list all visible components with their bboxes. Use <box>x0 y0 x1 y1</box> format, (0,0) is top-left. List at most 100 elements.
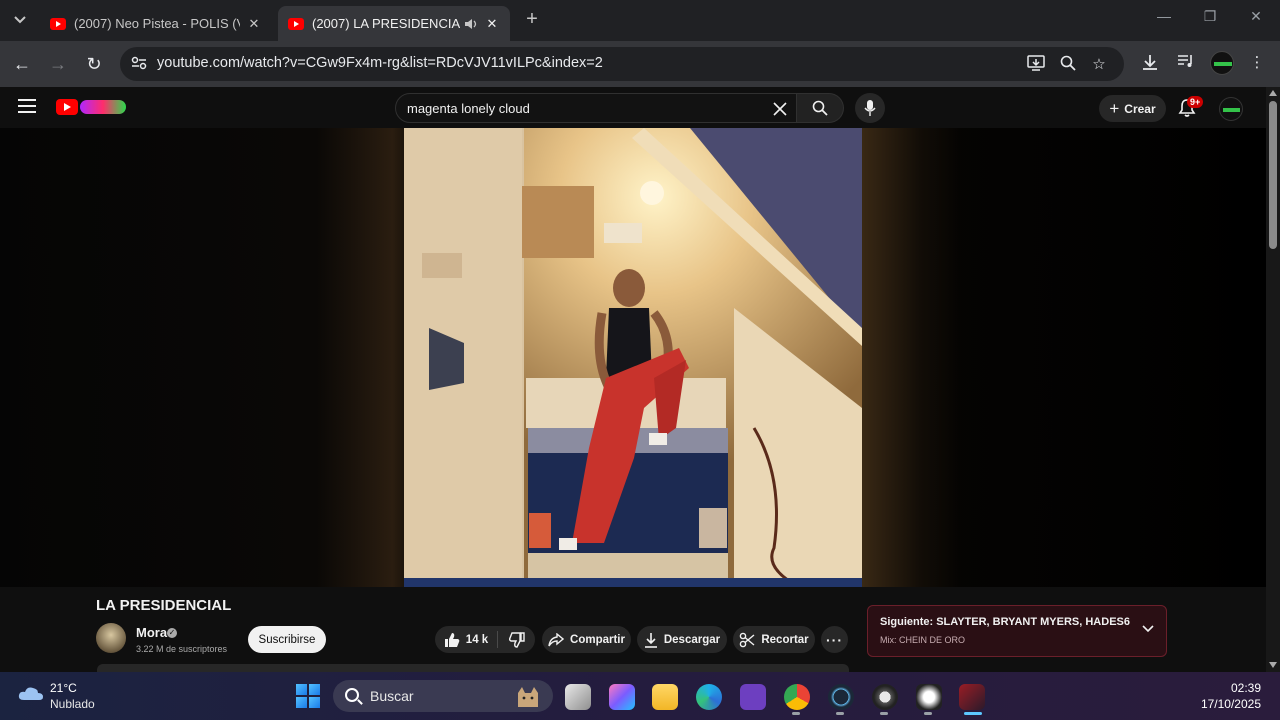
profile-avatar[interactable] <box>1210 51 1234 75</box>
share-icon <box>548 632 565 646</box>
download-label: Descargar <box>663 633 721 646</box>
media-controls-icon[interactable] <box>1174 53 1198 75</box>
up-next-playlist: Mix: CHEIN DE ORO <box>880 635 966 645</box>
download-button[interactable]: Descargar <box>637 626 727 653</box>
address-bar[interactable]: youtube.com/watch?v=CGw9Fx4m-rg&list=RDc… <box>120 47 1124 81</box>
running-indicator <box>924 712 932 715</box>
up-next-title: Siguiente: SLAYTER, BRYANT MYERS, HADES6… <box>880 616 1130 628</box>
notification-count-badge: 9+ <box>1187 96 1204 108</box>
browser-tab-strip: (2007) Neo Pistea - POLIS (Vide ✕ (2007)… <box>0 0 1280 41</box>
site-settings-icon[interactable] <box>130 55 148 73</box>
browser-menu-icon[interactable]: ⋮ <box>1245 53 1269 75</box>
close-tab-icon[interactable]: ✕ <box>246 16 262 32</box>
tab-title: (2007) Neo Pistea - POLIS (Vide <box>74 16 240 31</box>
like-count: 14 k <box>465 633 489 646</box>
clip-label: Recortar <box>761 633 809 646</box>
taskbar-search-box[interactable]: Buscar <box>333 680 553 712</box>
download-icon <box>644 632 657 648</box>
clip-button[interactable]: Recortar <box>733 626 815 653</box>
search-icon <box>345 688 359 702</box>
speaker-icon[interactable] <box>464 18 478 30</box>
cloud-weather-icon[interactable] <box>18 685 44 701</box>
subscribe-button[interactable]: Suscribirse <box>248 626 326 653</box>
restore-button[interactable]: ❐ <box>1195 8 1225 25</box>
file-explorer-icon[interactable] <box>652 684 678 710</box>
channel-name[interactable]: Mora <box>136 625 167 640</box>
description-box[interactable] <box>97 664 849 672</box>
like-button[interactable]: 14 k <box>435 626 497 653</box>
new-tab-button[interactable]: + <box>520 8 544 31</box>
youtube-logo[interactable] <box>56 99 78 115</box>
game-app-icon[interactable] <box>959 684 985 710</box>
player-ambient-glow <box>860 128 960 587</box>
bookmark-star-icon[interactable]: ☆ <box>1088 55 1110 75</box>
install-app-icon[interactable] <box>1025 55 1047 75</box>
video-details: LA PRESIDENCIAL Mora ✓ 3.22 M de suscrip… <box>0 587 1266 672</box>
create-button[interactable]: + Crear <box>1099 95 1166 122</box>
tab-la-presidencial[interactable]: (2007) LA PRESIDENCIAL - Y ✕ <box>278 6 510 41</box>
running-indicator <box>836 712 844 715</box>
video-player[interactable] <box>0 128 1266 587</box>
active-indicator <box>964 712 982 715</box>
clear-search-icon[interactable] <box>772 97 788 123</box>
download-icon[interactable] <box>1138 53 1162 75</box>
clock-date[interactable]: 17/10/2025 <box>1201 697 1261 711</box>
zoom-icon[interactable] <box>1057 55 1079 75</box>
thumbs-down-icon <box>508 631 525 648</box>
account-avatar[interactable] <box>1219 97 1243 121</box>
browser-toolbar: ← → ↻ youtube.com/watch?v=CGw9Fx4m-rg&li… <box>0 41 1280 87</box>
tab-title: (2007) LA PRESIDENCIAL - Y <box>312 16 460 31</box>
windows-taskbar: 21°C Nublado Buscar 02:39 17/10/2025 <box>0 672 1280 720</box>
scroll-down-arrow-icon[interactable] <box>1269 662 1277 668</box>
clock-time[interactable]: 02:39 <box>1231 681 1261 695</box>
weather-condition[interactable]: Nublado <box>50 697 95 711</box>
dislike-button[interactable] <box>498 626 535 653</box>
video-frame[interactable] <box>404 128 862 587</box>
reload-button[interactable]: ↻ <box>82 52 106 76</box>
more-horizontal-icon: ··· <box>826 631 843 648</box>
more-actions-button[interactable]: ··· <box>821 626 848 653</box>
create-label: Crear <box>1124 101 1156 116</box>
chevron-down-icon[interactable] <box>1142 620 1154 636</box>
forward-button[interactable]: → <box>46 52 70 76</box>
voice-search-button[interactable] <box>855 93 885 123</box>
steam-icon[interactable] <box>828 684 854 710</box>
microphone-icon <box>864 100 876 116</box>
chrome-browser-icon[interactable] <box>784 684 810 710</box>
share-label: Compartir <box>570 633 625 646</box>
edge-browser-icon[interactable] <box>696 684 722 710</box>
close-tab-icon[interactable]: ✕ <box>484 16 500 32</box>
scissors-icon <box>740 632 755 647</box>
proton-app-icon[interactable] <box>740 684 766 710</box>
search-query: magenta lonely cloud <box>407 101 530 116</box>
search-input[interactable]: magenta lonely cloud <box>395 93 797 123</box>
windows-start-icon[interactable] <box>296 684 320 708</box>
channel-avatar[interactable] <box>96 623 126 653</box>
up-next-card[interactable]: Siguiente: SLAYTER, BRYANT MYERS, HADES6… <box>867 605 1167 657</box>
app-icon[interactable] <box>916 684 942 710</box>
tab-neo-pistea[interactable]: (2007) Neo Pistea - POLIS (Vide ✕ <box>40 6 272 41</box>
youtube-favicon-icon <box>288 17 304 30</box>
share-button[interactable]: Compartir <box>542 626 631 653</box>
scrollbar-thumb[interactable] <box>1269 101 1277 249</box>
url-text: youtube.com/watch?v=CGw9Fx4m-rg&list=RDc… <box>157 55 603 71</box>
minimize-button[interactable]: — <box>1149 8 1179 24</box>
task-view-icon[interactable] <box>565 684 591 710</box>
search-icon <box>812 100 828 116</box>
search-button[interactable] <box>797 93 844 123</box>
page-scrollbar[interactable] <box>1266 87 1280 672</box>
video-title: LA PRESIDENCIAL <box>96 597 232 614</box>
search-highlight-cat-icon <box>518 687 538 707</box>
guide-menu-icon[interactable] <box>18 99 36 113</box>
youtube-favicon-icon <box>50 17 66 30</box>
obs-studio-icon[interactable] <box>872 684 898 710</box>
scroll-up-arrow-icon[interactable] <box>1269 90 1277 96</box>
copilot-icon[interactable] <box>609 684 635 710</box>
tab-search-button[interactable] <box>8 8 32 32</box>
youtube-doodle-logo[interactable] <box>80 100 126 114</box>
plus-icon: + <box>1109 98 1120 118</box>
running-indicator <box>880 712 888 715</box>
weather-temperature[interactable]: 21°C <box>50 681 77 695</box>
close-window-button[interactable]: ✕ <box>1241 8 1271 25</box>
back-button[interactable]: ← <box>10 52 34 76</box>
